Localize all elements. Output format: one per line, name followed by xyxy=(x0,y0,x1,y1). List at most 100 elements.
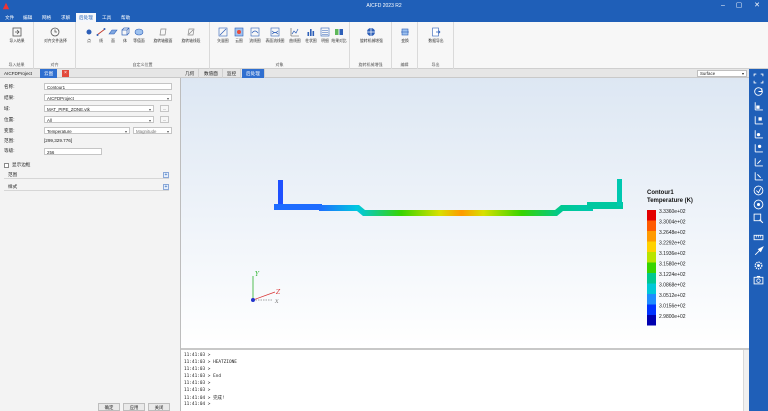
tab-project[interactable]: AICFDProject xyxy=(0,69,36,78)
3d-viewport[interactable]: Y Z X Contour1 Temperature (K) 3.3360e+0… xyxy=(181,78,749,348)
clock-icon xyxy=(50,27,60,37)
import-result-button[interactable]: 导入结果 xyxy=(6,27,28,55)
maximize-icon[interactable]: ▢ xyxy=(734,2,744,10)
section-style[interactable]: 样式 + xyxy=(4,183,169,191)
ruler-icon[interactable] xyxy=(753,232,764,243)
legend-swatch xyxy=(647,315,656,326)
apply-button[interactable]: 应用 xyxy=(123,403,145,411)
rotating-machinery-button[interactable]: 旋转机械增强 xyxy=(360,27,383,55)
menu-solve[interactable]: 求解 xyxy=(58,13,73,22)
tab-numeric-surface[interactable]: 数值面 xyxy=(200,69,223,78)
menu-postprocess[interactable]: 后处理 xyxy=(76,13,96,22)
result-select[interactable]: AICFDProject ▾ xyxy=(44,94,172,101)
settings-icon[interactable] xyxy=(753,260,764,271)
surface-select[interactable]: Surface ▾ xyxy=(697,70,747,77)
ribbon-group-custom-location: 点 线 面 体 等值面 旋转轴截面 旋转轴线段 自定义位置 xyxy=(76,22,210,69)
view-yx-icon[interactable] xyxy=(753,114,764,125)
isometric-view-icon[interactable] xyxy=(753,185,764,196)
compare-icon xyxy=(335,29,343,35)
axis-z-label: Z xyxy=(275,289,281,296)
rotation-section-icon xyxy=(159,28,167,36)
view-zy-icon[interactable] xyxy=(753,170,764,181)
section-range[interactable]: 范围 + xyxy=(4,171,169,179)
menu-mesh[interactable]: 网格 xyxy=(39,13,54,22)
legend-title: Contour1 xyxy=(647,190,674,196)
vector-icon xyxy=(218,27,228,37)
close-button[interactable]: 关闭 xyxy=(148,403,170,411)
legend-value-label: 3.2292e+02 xyxy=(659,241,686,247)
levels-input[interactable]: 256 xyxy=(44,148,102,155)
console-line: 11:41:03 > HEATZIONE xyxy=(184,360,237,365)
output-console[interactable]: 11:41:03 > 11:41:03 > HEATZIONE 11:41:03… xyxy=(181,348,749,411)
isosurface-button[interactable]: 等值面 xyxy=(128,27,150,55)
menu-file[interactable]: 文件 xyxy=(2,13,17,22)
domain-browse-button[interactable]: ... xyxy=(160,105,169,112)
result-compare-button[interactable]: 结果对比 xyxy=(328,27,350,55)
align-file-select-button[interactable]: 对齐文件选择 xyxy=(44,27,67,55)
rotate-icon[interactable] xyxy=(753,86,764,97)
streamline-button[interactable]: 流线图 xyxy=(244,27,266,55)
menu-edit[interactable]: 编辑 xyxy=(20,13,35,22)
axis-y-label: Y xyxy=(255,271,260,278)
tab-monitor[interactable]: 监控 xyxy=(223,69,242,78)
legend-swatch xyxy=(647,220,656,231)
variable-select[interactable]: Temperature ▾ xyxy=(44,127,130,134)
rotation-axis-line-button[interactable]: 旋转轴线段 xyxy=(180,27,202,55)
surface-streamline-icon xyxy=(270,27,280,37)
surface-streamline-button[interactable]: 表面流线图 xyxy=(264,27,286,55)
menu-tools[interactable]: 工具 xyxy=(99,13,114,22)
show-contour-checkbox[interactable] xyxy=(4,163,9,168)
legend-swatch xyxy=(647,241,656,252)
ribbon-group-rotating: 旋转机械增强 旋转机械增强 xyxy=(350,22,392,69)
tab-postprocess[interactable]: 后处理 xyxy=(242,69,265,78)
transform-icon xyxy=(401,28,409,36)
tab-geometry[interactable]: 几何 xyxy=(181,69,200,78)
scene-canvas[interactable]: Y Z X Contour1 Temperature (K) 3.3360e+0… xyxy=(181,78,749,348)
fit-view-icon[interactable] xyxy=(753,73,764,84)
chevron-down-icon: ▾ xyxy=(148,118,151,123)
ribbon-toolbar: 导入结果 导入结果 对齐文件选择 对齐 点 线 面 体 等值面 旋转轴截面 旋转… xyxy=(0,22,768,69)
tab-contour[interactable]: 云图 xyxy=(40,69,58,78)
view-yz-icon[interactable] xyxy=(753,156,764,167)
console-line: 11:41:03 > xyxy=(184,388,211,393)
transform-button[interactable]: 变换 xyxy=(394,27,416,55)
properties-panel: AICFDProject 云图 × 名称: Contour1 结果: AICFD… xyxy=(0,69,181,411)
isosurface-icon xyxy=(134,28,144,36)
zoom-box-icon[interactable] xyxy=(753,213,764,224)
menu-help[interactable]: 帮助 xyxy=(118,13,133,22)
legend-value-label: 3.1936e+02 xyxy=(659,251,686,257)
domain-select[interactable]: MAT_PIPE_ZONE.vtk ▾ xyxy=(44,105,154,112)
component-select[interactable]: Magnitude ▾ xyxy=(133,127,172,134)
rotation-axis-section-button[interactable]: 旋转轴截面 xyxy=(152,27,174,55)
close-icon[interactable]: ✕ xyxy=(752,2,762,10)
ok-button[interactable]: 确定 xyxy=(98,403,120,411)
camera-icon[interactable] xyxy=(753,274,764,285)
view-xz-icon[interactable] xyxy=(753,128,764,139)
legend-swatch xyxy=(647,210,656,221)
legend-swatch xyxy=(647,262,656,273)
legend-value-label: 3.2648e+02 xyxy=(659,230,686,236)
expand-icon[interactable]: + xyxy=(163,172,169,178)
axis-x-label: X xyxy=(274,299,279,305)
view-zx-icon[interactable] xyxy=(753,142,764,153)
chevron-down-icon: ▾ xyxy=(148,107,151,112)
import-icon xyxy=(12,27,22,37)
location-select[interactable]: All ▾ xyxy=(44,116,154,123)
close-tab-icon[interactable]: × xyxy=(62,70,69,77)
minimize-icon[interactable]: – xyxy=(718,2,728,10)
curve-chart-icon xyxy=(290,28,299,37)
axis-triad: Y Z X xyxy=(251,271,281,305)
probe-icon[interactable] xyxy=(753,246,764,257)
view-xy-icon[interactable] xyxy=(753,100,764,111)
console-line: 11:41:03 > End xyxy=(184,374,222,379)
location-browse-button[interactable]: ... xyxy=(160,116,169,123)
data-export-button[interactable]: 数据导出 xyxy=(425,27,447,55)
right-view-toolbar xyxy=(749,69,768,411)
ribbon-group-objects: 矢量图 云图 流线图 表面流线图 曲线图 柱状图 明细 结果对比 对象 xyxy=(210,22,350,69)
console-scrollbar[interactable] xyxy=(743,350,749,411)
reset-view-icon[interactable] xyxy=(753,199,764,210)
pipe-model[interactable] xyxy=(274,179,623,216)
expand-icon[interactable]: + xyxy=(163,184,169,190)
name-input[interactable]: Contour1 xyxy=(44,83,172,90)
legend-swatch xyxy=(647,231,656,242)
